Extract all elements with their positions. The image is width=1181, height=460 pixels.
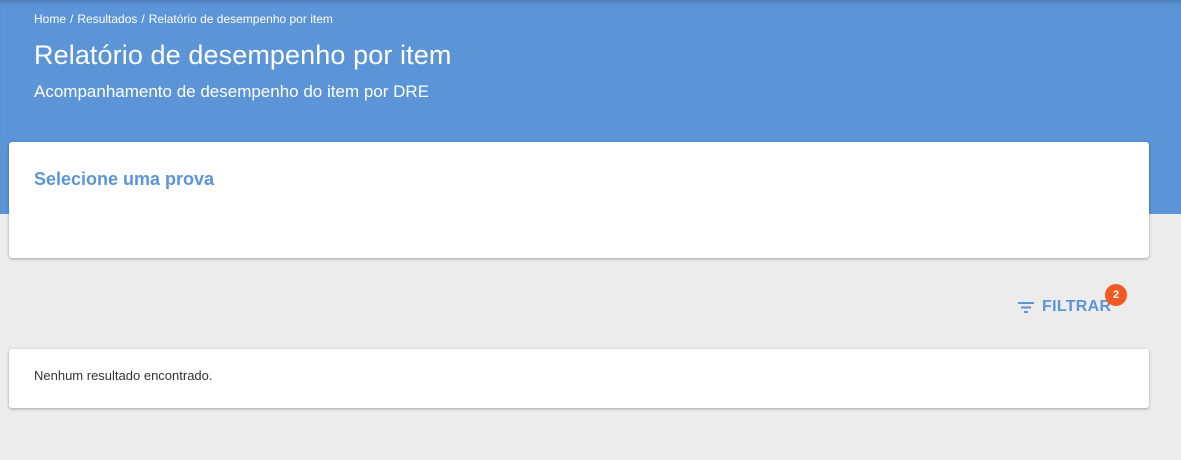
- select-exam-title[interactable]: Selecione uma prova: [34, 168, 214, 190]
- breadcrumb-resultados[interactable]: Resultados: [77, 12, 137, 26]
- breadcrumb-home[interactable]: Home: [34, 12, 66, 26]
- page-subtitle: Acompanhamento de desempenho do item por…: [34, 82, 430, 101]
- breadcrumb-current: Relatório de desempenho por item: [148, 12, 333, 26]
- breadcrumb-separator: /: [141, 12, 145, 26]
- filter-label: FILTRAR: [1042, 298, 1112, 315]
- select-exam-card: Selecione uma prova: [9, 142, 1149, 258]
- filter-count-badge: 2: [1105, 284, 1127, 306]
- filter-list-icon: [1016, 297, 1036, 317]
- breadcrumb-separator: /: [70, 12, 74, 26]
- breadcrumb: Home / Resultados / Relatório de desempenho …: [34, 11, 333, 27]
- empty-results-message: Nenhum resultado encontrado.: [34, 368, 213, 383]
- filter-button[interactable]: FILTRAR: [1012, 292, 1115, 322]
- page: Home / Resultados / Relatório de desempenho …: [0, 0, 1181, 460]
- results-card: Nenhum resultado encontrado.: [9, 349, 1149, 408]
- page-title: Relatório de desempenho por item: [34, 40, 452, 70]
